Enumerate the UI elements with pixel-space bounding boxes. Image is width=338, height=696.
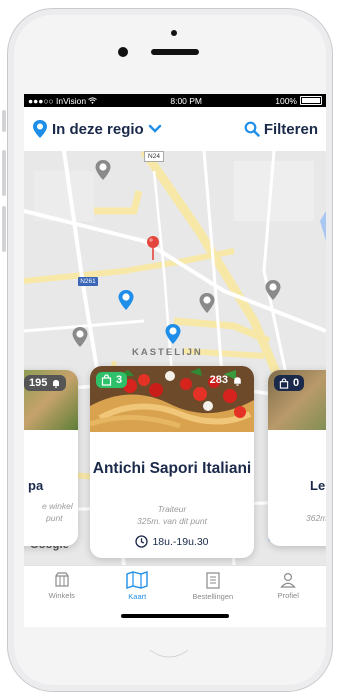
volume-down-button xyxy=(2,206,6,252)
map-view[interactable]: N24 N261 KASTELIJN Google 195 xyxy=(24,151,326,565)
bag-icon xyxy=(279,377,289,389)
pickup-hours-text: 18u.-19u.30 xyxy=(152,535,209,548)
status-bar: ●●●○○ InVision 8:00 PM 100% xyxy=(24,94,326,107)
proximity-sensor xyxy=(171,30,177,36)
home-indicator[interactable] xyxy=(121,614,229,618)
subscribers-count: 283 xyxy=(209,374,228,386)
shop-card-name: pa xyxy=(28,478,44,493)
bag-icon xyxy=(101,374,112,386)
carrier-text: ●●●○○ InVision xyxy=(28,95,87,106)
shop-card-category: e winkel xyxy=(42,501,73,511)
mute-switch xyxy=(2,110,6,132)
top-bar: In deze regio Filteren xyxy=(24,107,326,151)
profile-icon xyxy=(280,572,297,588)
map-pin-icon[interactable] xyxy=(164,323,182,345)
pickup-hours: 18u.-19u.30 xyxy=(90,535,254,548)
bag-count-badge: 3 xyxy=(96,372,128,388)
shop-card-distance: 362m xyxy=(306,513,326,523)
tab-label: Winkels xyxy=(48,591,75,600)
map-pin-icon[interactable] xyxy=(264,279,282,301)
home-button[interactable] xyxy=(121,650,217,690)
tab-label: Profiel xyxy=(277,591,299,600)
bag-count-badge: 195 xyxy=(24,375,67,391)
home-indicator-area xyxy=(24,605,326,627)
battery-icon xyxy=(300,96,322,105)
map-pin-icon[interactable] xyxy=(94,159,112,181)
volume-up-button xyxy=(2,150,6,196)
bag-count-text: 195 xyxy=(29,377,48,389)
region-selector[interactable]: In deze regio xyxy=(32,119,162,139)
earpiece-speaker xyxy=(151,49,199,55)
road-label-n261: N261 xyxy=(78,277,98,286)
chevron-down-icon xyxy=(148,124,161,133)
tab-bestellingen[interactable]: Bestellingen xyxy=(178,571,248,601)
filter-label: Filteren xyxy=(263,120,318,138)
shop-card-selected[interactable]: 3 283 Antichi Sapori Italiani Traiteur 3… xyxy=(90,366,254,558)
district-label: KASTELIJN xyxy=(132,347,203,358)
wifi-icon xyxy=(88,97,97,104)
subscribers-badge: 283 xyxy=(205,372,248,388)
location-pin-icon xyxy=(33,120,47,138)
shop-card-name: Le xyxy=(310,478,326,493)
app-screen: ●●●○○ InVision 8:00 PM 100% In deze regi… xyxy=(24,94,326,627)
bell-icon xyxy=(234,376,241,386)
current-location-pin-icon xyxy=(147,236,159,260)
tab-label: Bestellingen xyxy=(192,591,234,601)
front-camera xyxy=(118,47,128,57)
road-label-n24: N24 xyxy=(144,151,164,162)
tab-profiel[interactable]: Profiel xyxy=(253,572,323,600)
status-time: 8:00 PM xyxy=(170,95,203,106)
region-label: In deze regio xyxy=(52,120,144,138)
map-pin-icon[interactable] xyxy=(198,292,216,314)
bag-count-text: 0 xyxy=(293,377,300,389)
shop-card-name: Antichi Sapori Italiani xyxy=(92,460,252,477)
shop-card-distance: 325m. van dit punt xyxy=(137,516,207,526)
tab-label: Kaart xyxy=(128,592,147,601)
orders-icon xyxy=(206,571,220,589)
shop-icon xyxy=(55,572,69,587)
shop-card-distance: punt xyxy=(46,513,63,523)
map-icon xyxy=(126,571,148,589)
shop-card[interactable]: 0 Le 362m xyxy=(268,370,326,546)
search-icon xyxy=(244,121,260,137)
bag-count-badge: 0 xyxy=(274,375,305,391)
filter-button[interactable]: Filteren xyxy=(244,121,318,138)
map-pin-icon[interactable] xyxy=(71,326,89,348)
shop-card-category: Traiteur xyxy=(157,504,187,514)
tab-bar: Winkels Kaart Bestellingen Profiel xyxy=(24,565,326,606)
clock-icon xyxy=(135,535,149,548)
battery-percent: 100% xyxy=(275,95,297,106)
tab-winkels[interactable]: Winkels xyxy=(27,572,97,600)
bag-count-text: 3 xyxy=(116,374,123,386)
tab-kaart[interactable]: Kaart xyxy=(102,571,172,601)
bell-icon xyxy=(53,380,60,388)
shop-card[interactable]: 195 pa e winkel punt xyxy=(24,370,78,546)
map-pin-icon[interactable] xyxy=(117,289,135,311)
